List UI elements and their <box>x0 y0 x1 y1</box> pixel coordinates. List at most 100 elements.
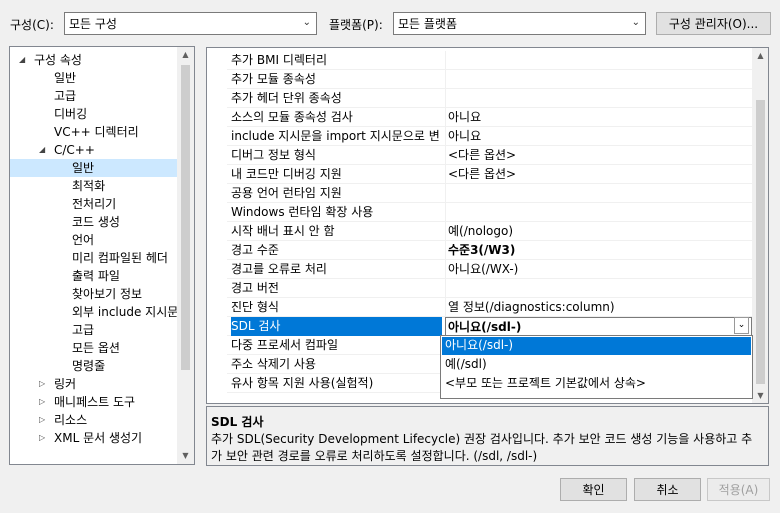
tree-item[interactable]: 출력 파일 <box>10 267 178 285</box>
collapse-arrow-icon[interactable]: ◢ <box>19 51 25 69</box>
config-manager-button[interactable]: 구성 관리자(O)... <box>656 12 771 35</box>
property-value[interactable]: 아니요 <box>445 108 752 127</box>
tree-item[interactable]: 일반 <box>10 159 178 177</box>
tree-item[interactable]: ◢ 구성 속성 <box>10 51 178 69</box>
scroll-down-icon[interactable]: ▼ <box>177 451 194 460</box>
property-row[interactable]: Windows 런타임 확장 사용 <box>227 203 752 222</box>
property-value[interactable]: 아니요(/sdl-) <box>445 317 752 336</box>
scrollbar-thumb[interactable] <box>756 100 765 384</box>
property-value[interactable]: 아니요 <box>445 127 752 146</box>
expand-arrow-icon[interactable]: ▷ <box>39 411 45 429</box>
cancel-button[interactable]: 취소 <box>634 478 701 501</box>
property-value[interactable] <box>445 51 752 70</box>
property-row[interactable]: 경고 버전 <box>227 279 752 298</box>
property-name: 시작 배너 표시 안 함 <box>231 224 335 238</box>
property-row[interactable]: 소스의 모듈 종속성 검사 아니요 <box>227 108 752 127</box>
tree-item-label: 미리 컴파일된 헤더 <box>72 251 168 265</box>
tree-item[interactable]: 코드 생성 <box>10 213 178 231</box>
tree-item-label: 디버깅 <box>54 107 88 121</box>
scrollbar-thumb[interactable] <box>181 65 190 370</box>
property-value[interactable]: 예(/nologo) <box>445 222 752 241</box>
property-row[interactable]: 공용 언어 런타임 지원 <box>227 184 752 203</box>
property-value[interactable] <box>445 89 752 108</box>
tree-item-label: 구성 속성 <box>34 53 82 67</box>
tree-item[interactable]: 모든 옵션 <box>10 339 178 357</box>
tree-item[interactable]: 일반 <box>10 69 178 87</box>
platform-label: 플랫폼(P): <box>329 18 383 32</box>
tree-item[interactable]: ◢ C/C++ <box>10 141 178 159</box>
tree-item-label: 링커 <box>54 377 77 391</box>
property-value[interactable] <box>445 70 752 89</box>
property-name: 경고를 오류로 처리 <box>231 262 327 276</box>
tree-item-label: 출력 파일 <box>72 269 120 283</box>
tree-item[interactable]: 명령줄 <box>10 357 178 375</box>
expand-arrow-icon[interactable]: ▷ <box>39 429 45 447</box>
chevron-down-icon: ⌄ <box>302 17 311 28</box>
property-value[interactable] <box>445 203 752 222</box>
tree-item[interactable]: 고급 <box>10 87 178 105</box>
tree-item-label: 전처리기 <box>72 197 117 211</box>
config-select[interactable]: 모든 구성 ⌄ <box>64 12 317 35</box>
property-row[interactable]: 진단 형식 열 정보(/diagnostics:column) <box>227 298 752 317</box>
collapse-arrow-icon[interactable]: ◢ <box>39 141 45 159</box>
property-row[interactable]: include 지시문을 import 지시문으로 변 아니요 <box>227 127 752 146</box>
tree-item[interactable]: VC++ 디렉터리 <box>10 123 178 141</box>
tree-item[interactable]: 외부 include 지시문 <box>10 303 178 321</box>
config-value: 모든 구성 <box>69 17 117 31</box>
property-row[interactable]: 경고 수준 수준3(/W3) <box>227 241 752 260</box>
tree-item[interactable]: ▷ 매니페스트 도구 <box>10 393 178 411</box>
tree-item[interactable]: 미리 컴파일된 헤더 <box>10 249 178 267</box>
description-panel: SDL 검사 추가 SDL(Security Development Lifec… <box>206 406 769 466</box>
dropdown-option[interactable]: 아니요(/sdl-) <box>442 337 751 355</box>
grid-scrollbar[interactable]: ▲ ▼ <box>752 48 768 403</box>
sdl-dropdown-list[interactable]: 아니요(/sdl-) 예(/sdl) <부모 또는 프로젝트 기본값에서 상속> <box>440 335 753 399</box>
property-row[interactable]: 내 코드만 디버깅 지원 <다른 옵션> <box>227 165 752 184</box>
property-value[interactable] <box>445 184 752 203</box>
property-name: include 지시문을 import 지시문으로 변 <box>231 129 440 143</box>
tree-item-label: 외부 include 지시문 <box>72 305 179 319</box>
tree-item-label: 코드 생성 <box>72 215 120 229</box>
tree-item[interactable]: 고급 <box>10 321 178 339</box>
property-value[interactable]: <다른 옵션> <box>445 146 752 165</box>
property-row[interactable]: 추가 BMI 디렉터리 <box>227 51 752 70</box>
expand-arrow-icon[interactable]: ▷ <box>39 393 45 411</box>
tree-item-label: 일반 <box>54 71 77 85</box>
property-row[interactable]: 추가 헤더 단위 종속성 <box>227 89 752 108</box>
property-value[interactable]: 열 정보(/diagnostics:column) <box>445 298 752 317</box>
tree-item[interactable]: ▷ 리소스 <box>10 411 178 429</box>
scroll-up-icon[interactable]: ▲ <box>177 50 194 59</box>
property-value[interactable]: <다른 옵션> <box>445 165 752 184</box>
property-tree: ◢ 구성 속성 일반 고급 디버깅 VC++ 디렉터리 ◢ C/C++ 일반 최적화 전처리기 코드 … <box>9 46 195 465</box>
platform-select[interactable]: 모든 플랫폼 ⌄ <box>393 12 646 35</box>
apply-button[interactable]: 적용(A) <box>707 478 770 501</box>
platform-value: 모든 플랫폼 <box>398 17 458 31</box>
tree-item[interactable]: 디버깅 <box>10 105 178 123</box>
expand-arrow-icon[interactable]: ▷ <box>39 375 45 393</box>
tree-item[interactable]: 찾아보기 정보 <box>10 285 178 303</box>
dropdown-option[interactable]: 예(/sdl) <box>442 356 751 374</box>
property-value[interactable]: 수준3(/W3) <box>445 241 752 260</box>
property-row[interactable]: SDL 검사 아니요(/sdl-) ⌄ <box>227 317 752 336</box>
property-row[interactable]: 디버그 정보 형식 <다른 옵션> <box>227 146 752 165</box>
tree-item[interactable]: ▷ 링커 <box>10 375 178 393</box>
tree-item[interactable]: 전처리기 <box>10 195 178 213</box>
tree-item-label: C/C++ <box>54 143 95 157</box>
tree-item-label: 일반 <box>72 161 95 175</box>
ok-button[interactable]: 확인 <box>560 478 627 501</box>
property-row[interactable]: 추가 모듈 종속성 <box>227 70 752 89</box>
scroll-up-icon[interactable]: ▲ <box>752 51 768 60</box>
tree-item[interactable]: 최적화 <box>10 177 178 195</box>
tree-item-label: 고급 <box>72 323 95 337</box>
tree-scrollbar[interactable]: ▲ ▼ <box>177 47 194 464</box>
dropdown-option[interactable]: <부모 또는 프로젝트 기본값에서 상속> <box>442 375 751 393</box>
property-row[interactable]: 경고를 오류로 처리 아니요(/WX-) <box>227 260 752 279</box>
tree-item-label: VC++ 디렉터리 <box>54 125 139 139</box>
tree-item[interactable]: 언어 <box>10 231 178 249</box>
property-name: SDL 검사 <box>231 317 442 336</box>
property-row[interactable]: 시작 배너 표시 안 함 예(/nologo) <box>227 222 752 241</box>
property-value[interactable]: 아니요(/WX-) <box>445 260 752 279</box>
property-value[interactable] <box>445 279 752 298</box>
tree-item[interactable]: ▷ XML 문서 생성기 <box>10 429 178 447</box>
chevron-down-icon[interactable]: ⌄ <box>734 317 749 334</box>
scroll-down-icon[interactable]: ▼ <box>752 391 768 400</box>
